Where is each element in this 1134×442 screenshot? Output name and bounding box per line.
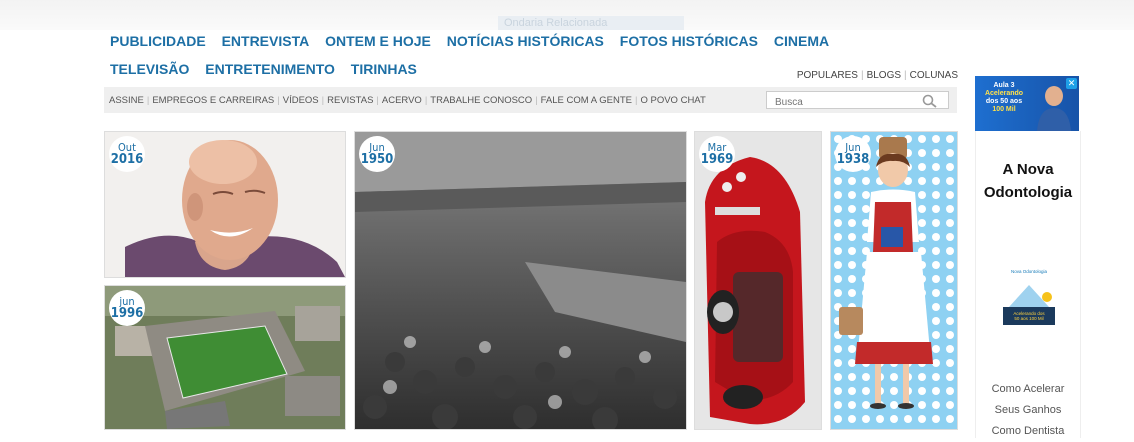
side-ad[interactable]: A Nova Odontologia Nova Odontologia Acel… (975, 131, 1081, 438)
divider: | (904, 70, 907, 81)
divider: | (424, 95, 428, 106)
date-year: 1996 (110, 306, 144, 321)
ad-logo-caption-line-2: 50 aos 100 Mil (1014, 316, 1044, 322)
ad-line-3: dos 50 aos (985, 98, 1023, 106)
divider: | (635, 95, 638, 106)
date-badge: jun 1996 (109, 290, 145, 326)
sub-nav-links: ASSINE | EMPREGOS E CARREIRAS | VÍDEOS | REVIS… (109, 95, 706, 106)
date-badge: Jun 1950 (359, 136, 395, 172)
tile-stadium-aerial[interactable]: jun 1996 (104, 285, 346, 430)
tile-red-car[interactable]: Mar 1969 (694, 131, 822, 430)
tile-milkmaid-illustration[interactable]: Jun 1938 (830, 131, 958, 430)
ad-text-line-3[interactable]: Como Dentista (976, 421, 1080, 442)
top-ad-banner[interactable]: Aula 3 Acelerando dos 50 aos 100 Mil ✕ (975, 76, 1079, 131)
nav-entrevista[interactable]: ENTREVISTA (222, 33, 310, 49)
ad-presenter-image (1037, 86, 1071, 131)
divider: | (321, 95, 325, 106)
sub-link-revistas[interactable]: REVISTAS (327, 95, 373, 106)
tile-stadium-crowd[interactable]: Jun 1950 (354, 131, 687, 430)
divider: | (535, 95, 538, 106)
sub-link-trabalhe[interactable]: TRABALHE CONOSCO (430, 95, 532, 106)
sub-link-chat[interactable]: O POVO CHAT (640, 95, 705, 106)
ad-title: A Nova Odontologia (976, 159, 1080, 204)
sub-link-acervo[interactable]: ACERVO (382, 95, 422, 106)
link-blogs[interactable]: BLOGS (867, 70, 901, 81)
ad-line-1: Aula 3 (993, 82, 1015, 89)
main-nav-row-2: TELEVISÃO ENTRETENIMENTO TIRINHAS (110, 61, 429, 77)
ad-close-icon[interactable]: ✕ (1066, 78, 1077, 89)
link-populares[interactable]: POPULARES (797, 70, 858, 81)
search-icon[interactable] (922, 94, 938, 113)
sub-link-fale[interactable]: FALE COM A GENTE (541, 95, 632, 106)
ad-logo-text: Nova Odontologia (1010, 269, 1048, 274)
ghost-tab-label: Ondaria Relacionada (504, 17, 608, 29)
nav-publicidade[interactable]: PUBLICIDADE (110, 33, 206, 49)
search-input[interactable] (767, 93, 927, 112)
red-car-image (695, 132, 821, 429)
tile-portrait[interactable]: Out 2016 (104, 131, 346, 278)
sub-link-videos[interactable]: VÍDEOS (283, 95, 319, 106)
ad-title-line-2: Odontologia (983, 183, 1073, 201)
nav-tirinhas[interactable]: TIRINHAS (351, 61, 417, 77)
nav-ontem-e-hoje[interactable]: ONTEM E HOJE (325, 33, 431, 49)
ad-text-line-1[interactable]: Como Acelerar (976, 379, 1080, 400)
ad-text-line-2[interactable]: Seus Ganhos (976, 400, 1080, 421)
ad-text-links: Como Acelerar Seus Ganhos Como Dentista (976, 379, 1080, 442)
nav-cinema[interactable]: CINEMA (774, 33, 829, 49)
date-badge: Mar 1969 (699, 136, 735, 172)
sub-link-assine[interactable]: ASSINE (109, 95, 144, 106)
stadium-crowd-image (355, 132, 686, 429)
date-badge: Jun 1938 (835, 136, 871, 172)
divider: | (277, 95, 280, 106)
main-nav-row-1: PUBLICIDADE ENTREVISTA ONTEM E HOJE NOTÍ… (110, 33, 841, 49)
nav-entretenimento[interactable]: ENTRETENIMENTO (205, 61, 335, 77)
date-badge: Out 2016 (109, 136, 145, 172)
divider: | (860, 70, 864, 81)
divider: | (146, 95, 150, 106)
nav-noticias-historicas[interactable]: NOTÍCIAS HISTÓRICAS (447, 33, 604, 49)
nav-fotos-historicas[interactable]: FOTOS HISTÓRICAS (620, 33, 758, 49)
search-box (766, 91, 949, 112)
ghost-tab: Ondaria Relacionada (498, 16, 684, 30)
ad-logo: Nova Odontologia Acelerando dos 50 aos 1… (1001, 269, 1057, 329)
ad-banner-text: Aula 3 Acelerando dos 50 aos 100 Mil (979, 82, 1029, 114)
date-year: 1969 (700, 152, 734, 167)
sub-link-empregos[interactable]: EMPREGOS E CARREIRAS (152, 95, 274, 106)
ad-title-line-1: A Nova (1002, 161, 1054, 178)
ad-logo-caption: Acelerando dos 50 aos 100 Mil (1005, 311, 1053, 322)
link-colunas[interactable]: COLUNAS (910, 70, 958, 81)
nav-televisao[interactable]: TELEVISÃO (110, 61, 189, 77)
date-year: 2016 (110, 152, 144, 167)
divider: | (376, 95, 379, 106)
date-year: 1950 (360, 152, 394, 167)
sub-nav-bar: ASSINE | EMPREGOS E CARREIRAS | VÍDEOS | REVIS… (104, 87, 957, 113)
ad-line-4: 100 Mil (992, 106, 1016, 114)
date-year: 1938 (836, 152, 870, 167)
milkmaid-image (831, 132, 957, 429)
top-links: POPULARES | BLOGS | COLUNAS (797, 70, 958, 81)
ad-line-2: Acelerando (984, 90, 1024, 98)
